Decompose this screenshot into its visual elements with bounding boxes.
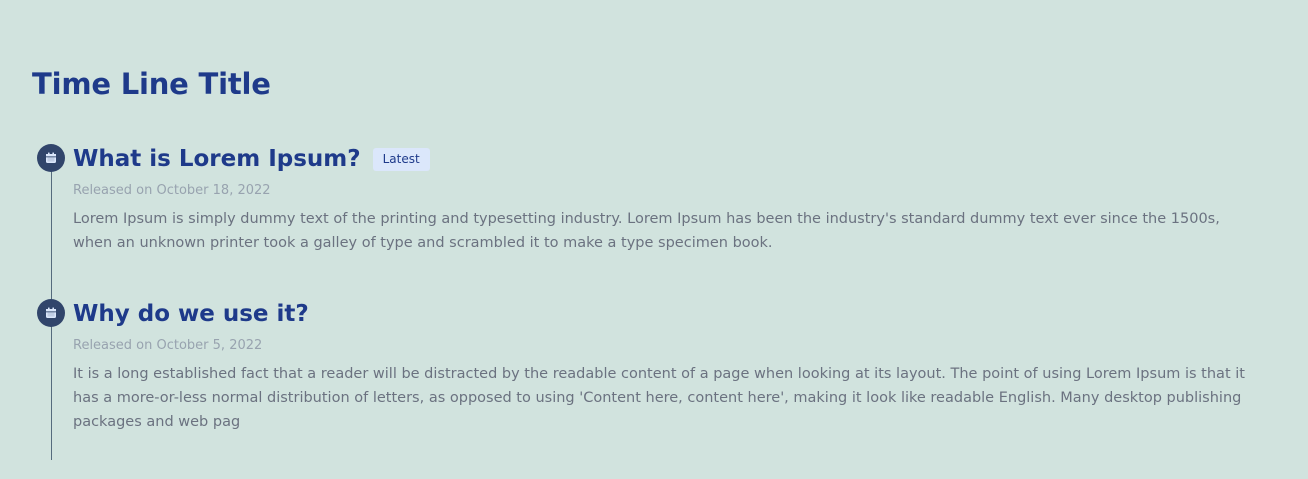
item-header: What is Lorem Ipsum? Latest: [73, 136, 1282, 182]
item-body: Lorem Ipsum is simply dummy text of the …: [73, 211, 1220, 251]
item-date: Released on October 5, 2022: [73, 338, 263, 353]
item-body: It is a long established fact that a rea…: [73, 366, 1245, 430]
timeline-section: Time Line Title What is Lorem Ipsum? Lat…: [32, 62, 1282, 460]
item-date: Released on October 18, 2022: [73, 183, 271, 198]
calendar-icon: [37, 299, 65, 327]
page: { "timeline": { "title": "Time Line Titl…: [0, 0, 1308, 479]
page-title: Time Line Title: [32, 67, 271, 101]
latest-badge: Latest: [372, 147, 430, 171]
timeline-item: What is Lorem Ipsum? Latest Released on …: [37, 136, 1282, 255]
item-header: Why do we use it?: [73, 291, 1282, 337]
timeline: What is Lorem Ipsum? Latest Released on …: [32, 136, 1282, 460]
item-title: Why do we use it?: [73, 301, 309, 327]
item-title: What is Lorem Ipsum?: [73, 146, 361, 172]
timeline-item: Why do we use it? Released on October 5,…: [37, 291, 1282, 434]
calendar-icon: [37, 144, 65, 172]
